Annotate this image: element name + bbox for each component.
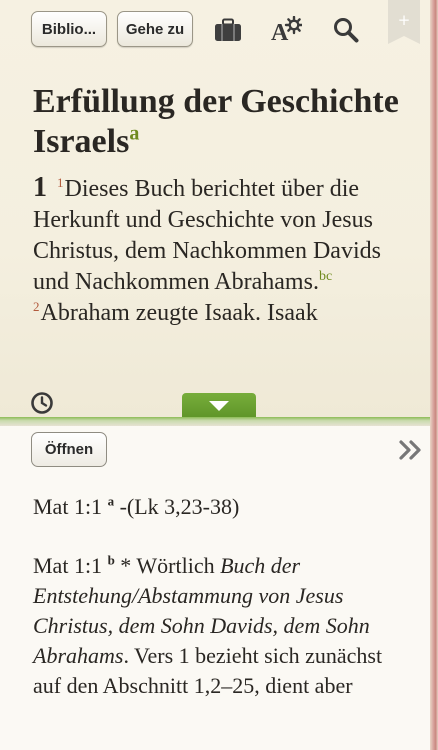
verse-number: 1 bbox=[57, 175, 64, 190]
note-text: -(Lk 3,23-38) bbox=[119, 494, 240, 519]
history-clock-icon[interactable] bbox=[30, 391, 54, 415]
note-reference: Mat 1:1 bbox=[33, 553, 103, 578]
page-edge bbox=[430, 0, 438, 750]
verse-footnote-markers[interactable]: bc bbox=[319, 269, 332, 284]
footnote-b[interactable]: Mat 1:1 b * Wörtlich Buch der Entstehung… bbox=[33, 551, 413, 701]
ribbon-plus-label: + bbox=[398, 11, 411, 29]
note-lead: * Wörtlich bbox=[120, 553, 215, 578]
bible-reader-app: Biblio... Gehe zu A + Erfüllung der Gesc… bbox=[0, 0, 438, 750]
chapter-number: 1 bbox=[33, 172, 47, 203]
section-title-text: Erfüllung der Geschichte Israels bbox=[33, 83, 399, 160]
title-footnote-marker[interactable]: a bbox=[129, 123, 139, 145]
bookmark-ribbon-icon[interactable]: + bbox=[388, 0, 420, 44]
reader-pane[interactable]: Biblio... Gehe zu A + Erfüllung der Gesc… bbox=[0, 0, 430, 418]
verse-text[interactable]: Abraham zeugte Isaak. Isaak bbox=[41, 300, 318, 326]
toolbar: Biblio... Gehe zu A + bbox=[0, 0, 430, 62]
open-button[interactable]: Öffnen bbox=[31, 432, 107, 467]
notes-pane[interactable]: Öffnen Mat 1:1 a -(Lk 3,23-38) Mat 1:1 b… bbox=[0, 426, 430, 750]
svg-text:A: A bbox=[271, 20, 289, 44]
pane-divider bbox=[0, 417, 430, 426]
section-title: Erfüllung der Geschichte Israelsa bbox=[33, 82, 413, 162]
note-marker: b bbox=[107, 552, 115, 568]
search-icon[interactable] bbox=[330, 14, 362, 46]
note-marker: a bbox=[107, 493, 115, 509]
pane-toggle-handle[interactable] bbox=[182, 393, 256, 418]
goto-button[interactable]: Gehe zu bbox=[117, 11, 193, 47]
verse-number: 2 bbox=[33, 299, 40, 314]
footnote-a[interactable]: Mat 1:1 a -(Lk 3,23-38) bbox=[33, 492, 413, 522]
double-chevron-right-icon[interactable] bbox=[398, 438, 424, 462]
note-reference: Mat 1:1 bbox=[33, 494, 103, 519]
chevron-down-icon bbox=[209, 400, 229, 411]
text-settings-icon[interactable]: A bbox=[270, 14, 302, 46]
briefcase-icon[interactable] bbox=[212, 14, 244, 46]
library-button[interactable]: Biblio... bbox=[31, 11, 107, 47]
scripture-text: 1 1Dieses Buch berichtet über die Herkunf… bbox=[33, 172, 418, 329]
